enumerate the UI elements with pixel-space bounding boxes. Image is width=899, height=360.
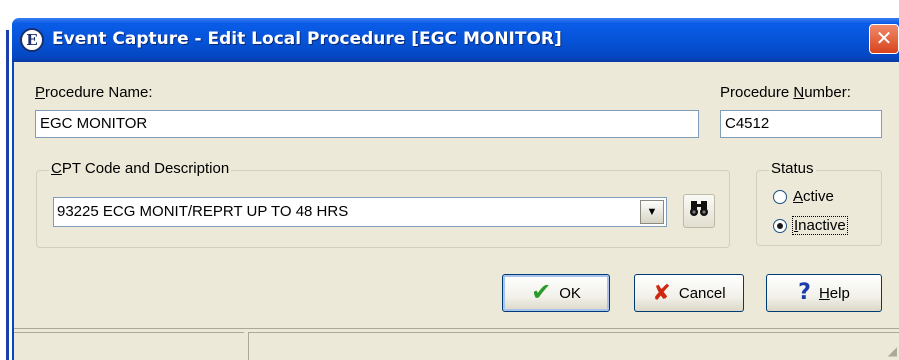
dialog-window: E Event Capture - Edit Local Procedure [… [0, 0, 899, 360]
status-inactive-label: Inactive [792, 216, 848, 235]
help-button[interactable]: ? Help [766, 274, 882, 312]
dialog-body: Procedure Name: EGC MONITOR Procedure Nu… [12, 62, 899, 360]
cpt-code-value: 93225 ECG MONIT/REPRT UP TO 48 HRS [57, 203, 349, 220]
binoculars-icon[interactable] [683, 194, 715, 228]
ok-button[interactable]: ✔ OK [502, 274, 610, 312]
procedure-name-field[interactable]: EGC MONITOR [35, 110, 699, 138]
radio-active-control[interactable] [773, 189, 787, 204]
status-active-radio[interactable]: Active [773, 188, 834, 205]
binoculars-icon-glyph [690, 201, 708, 216]
help-button-label: Help [818, 284, 850, 302]
status-inactive-radio[interactable]: Inactive [773, 216, 848, 235]
cancel-x-icon: ✘ [652, 280, 671, 305]
chevron-down-icon[interactable]: ▼ [640, 200, 664, 224]
ok-button-label: OK [559, 284, 581, 302]
status-active-label: Active [793, 188, 834, 205]
status-group-label: Status [769, 160, 816, 177]
status-groupbox: Status Active Inactive [756, 160, 882, 246]
cancel-button-label: Cancel [678, 284, 726, 302]
checkmark-icon: ✔ [531, 279, 552, 306]
resize-grip-icon[interactable]: ◢ [888, 344, 897, 358]
status-pane-1 [14, 332, 244, 360]
status-bar: ◢ [14, 328, 899, 360]
cpt-group-label: CPT Code and Description [49, 160, 232, 177]
status-pane-2 [248, 332, 899, 360]
procedure-number-field[interactable]: C4512 [720, 110, 882, 138]
procedure-number-label: Procedure Number: [720, 84, 851, 101]
event-capture-icon: E [20, 28, 44, 52]
procedure-name-label: Procedure Name: [35, 84, 153, 101]
cpt-groupbox: CPT Code and Description 93225 ECG MONIT… [36, 160, 730, 248]
close-button[interactable]: ✕ [869, 24, 899, 54]
help-question-icon: ? [798, 280, 811, 305]
title-bar[interactable]: E Event Capture - Edit Local Procedure [… [12, 18, 899, 62]
window-title: Event Capture - Edit Local Procedure [EG… [52, 29, 562, 49]
cancel-button[interactable]: ✘ Cancel [634, 274, 744, 312]
radio-inactive-control[interactable] [773, 218, 787, 233]
cpt-code-combobox[interactable]: 93225 ECG MONIT/REPRT UP TO 48 HRS ▼ [53, 197, 667, 227]
